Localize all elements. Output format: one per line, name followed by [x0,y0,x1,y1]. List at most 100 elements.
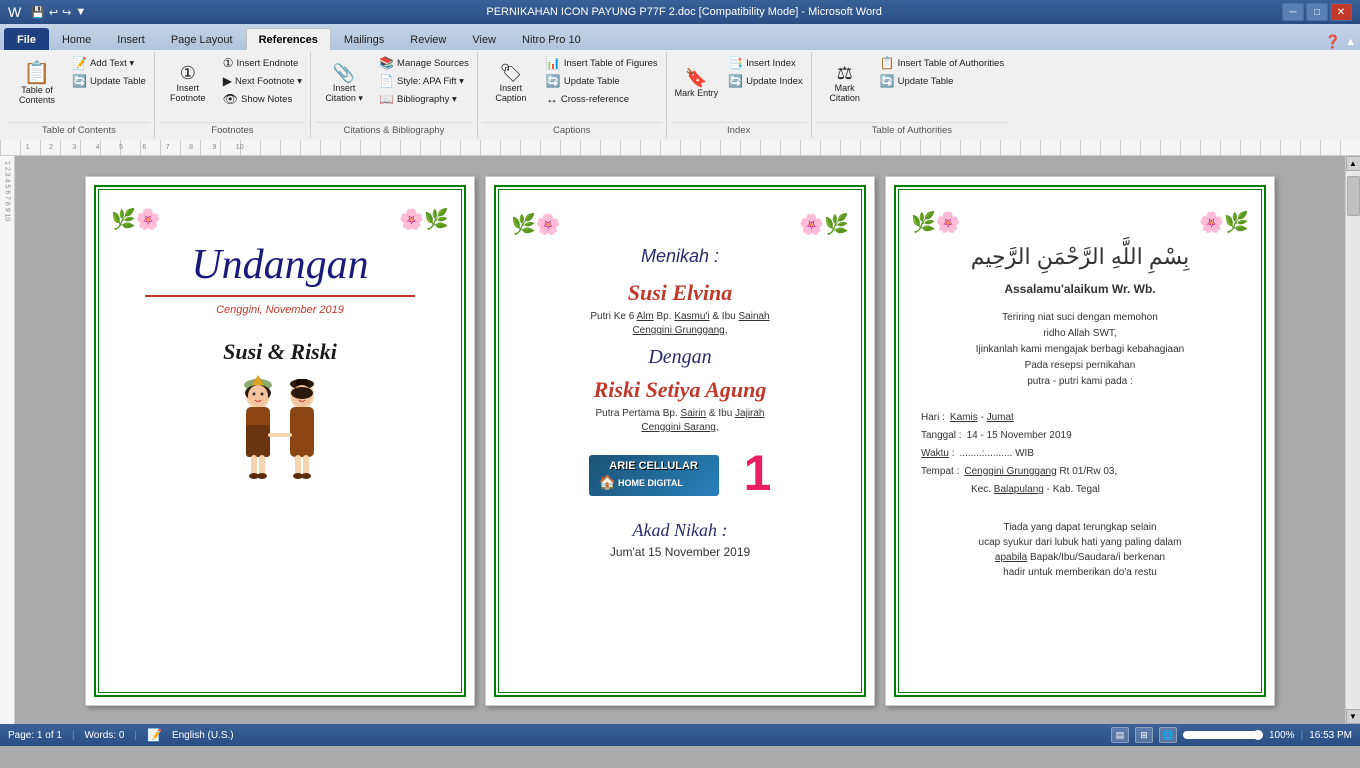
card3-body1: Teriring niat suci dengan memohon ridho … [971,310,1189,390]
bibliography-button[interactable]: 📖 Bibliography ▾ [375,90,473,108]
ribbon-help-icon[interactable]: ❓ [1325,34,1341,50]
captions-update-label: Update Table [564,76,620,87]
insert-caption-icon: 🏷 [499,64,522,82]
toc-update-button[interactable]: 🔄 Update Table [68,72,150,90]
toc-label: Table of Contents [12,86,62,106]
insert-index-button[interactable]: 📑 Insert Index [724,54,806,72]
group-toa-label: Table of Authorities [816,122,1008,136]
bride-desc-alm: Alm [637,311,654,322]
mark-entry-label: Mark Entry [675,89,719,99]
ribbon-minimize-icon[interactable]: ▲ [1345,36,1356,48]
tab-mailings[interactable]: Mailings [331,28,397,50]
mark-entry-button[interactable]: 🔖 Mark Entry [671,54,723,114]
maximize-button[interactable]: □ [1306,3,1328,21]
tab-nitro[interactable]: Nitro Pro 10 [509,28,594,50]
custom-quick-icon[interactable]: ▼ [75,6,86,18]
group-toc-label: Table of Contents [8,122,150,136]
couple-illustration [220,370,340,510]
tab-page-layout[interactable]: Page Layout [158,28,246,50]
word-logo-icon: W [8,4,21,20]
hari-row: Hari : Kamis - Jumat [921,409,1239,427]
quick-save-icon[interactable]: 💾 [31,6,45,19]
akad-title: Akad Nikah : [633,520,728,541]
toa-update-button[interactable]: 🔄 Update Table [876,72,1008,90]
insert-endnote-label: Insert Endnote [237,58,299,69]
document-area[interactable]: 🌿🌸 🌸🌿 Undangan Cenggini, November 2019 S… [15,156,1345,724]
tab-home[interactable]: Home [49,28,104,50]
insert-caption-button[interactable]: 🏷 Insert Caption [482,54,540,114]
view-full-button[interactable]: ⊞ [1135,727,1153,743]
cross-reference-button[interactable]: ↔ Cross-reference [542,90,662,108]
tab-file[interactable]: File [4,28,49,50]
zoom-fill [1183,731,1263,739]
waktu-row: Waktu : ........:.......... WIB [921,445,1239,463]
insert-caption-label: Insert Caption [486,84,536,104]
groom-desc-ibu: Jajirah [735,408,764,419]
tab-references[interactable]: References [246,28,331,50]
close-button[interactable]: ✕ [1330,3,1352,21]
window-controls: ─ □ ✕ [1282,3,1352,21]
captions-update-button[interactable]: 🔄 Update Table [542,72,662,90]
card3-closing: Tiada yang dapat terungkap selain ucap s… [974,520,1187,580]
insert-tof-button[interactable]: 📊 Insert Table of Figures [542,54,662,72]
status-sep3: | [1301,730,1304,741]
taskbar-time: 16:53 PM [1309,730,1352,741]
scroll-thumb[interactable] [1347,176,1360,216]
cross-reference-icon: ↔ [546,92,558,106]
view-web-button[interactable]: 🌐 [1159,727,1177,743]
add-text-button[interactable]: 📝 Add Text ▾ [68,54,150,72]
tab-view[interactable]: View [459,28,509,50]
vertical-scrollbar[interactable]: ▲ ▼ [1345,156,1360,724]
tab-insert[interactable]: Insert [104,28,158,50]
status-bar: Page: 1 of 1 | Words: 0 | 📝 English (U.S… [0,724,1360,746]
card2-flowers: 🌿🌸 🌸🌿 [511,212,849,237]
captions-stack: 📊 Insert Table of Figures 🔄 Update Table… [542,54,662,108]
insert-citation-button[interactable]: 📎 Insert Citation ▾ [315,54,373,114]
style-icon: 📄 [379,74,394,88]
card3-flowers: 🌿🌸 🌸🌿 [911,210,1249,235]
style-button[interactable]: 📄 Style: APA Fift ▾ [375,72,473,90]
insert-toa-button[interactable]: 📋 Insert Table of Authorities [876,54,1008,72]
bibliography-icon: 📖 [379,92,394,106]
insert-footnote-button[interactable]: ① Insert Footnote [159,54,217,114]
group-index: 🔖 Mark Entry 📑 Insert Index 🔄 Update Ind… [667,52,812,138]
manage-sources-button[interactable]: 📚 Manage Sources [375,54,473,72]
mark-citation-button[interactable]: ⚖ Mark Citation [816,54,874,114]
update-index-button[interactable]: 🔄 Update Index [724,72,806,90]
card3-content: 🌿🌸 🌸🌿 بِسْمِ اللَّهِ الرَّحْمَنِ الرَّحِ… [896,187,1264,590]
scroll-down-arrow[interactable]: ▼ [1346,709,1360,724]
scroll-up-arrow[interactable]: ▲ [1346,156,1360,171]
zoom-bar[interactable] [1183,731,1263,739]
add-text-icon: 📝 [72,56,87,70]
zoom-thumb[interactable] [1253,730,1263,740]
flower-right-icon: 🌸🌿 [399,207,449,232]
event-details: Hari : Kamis - Jumat Tanggal : 14 - 15 N… [911,409,1249,499]
index-stack: 📑 Insert Index 🔄 Update Index [724,54,806,90]
show-notes-button[interactable]: 👁 Show Notes [219,90,306,108]
insert-tof-label: Insert Table of Figures [564,58,658,69]
main-area: 1 2 3 4 5 6 7 8 9 10 🌿🌸 🌸🌿 Undangan Ceng… [0,156,1360,724]
card1-flowers: 🌿🌸 🌸🌿 [111,207,449,232]
sponsor-line2: HOME DIGITAL [618,478,683,488]
insert-endnote-button[interactable]: ① Insert Endnote [219,54,306,72]
undo-icon[interactable]: ↩ [49,6,58,19]
page-card-2: 🌿🌸 🌸🌿 Menikah : Susi Elvina Putri Ke 6 A… [485,176,875,706]
dengan-text: Dengan [648,346,711,369]
toc-stack: 📝 Add Text ▾ 🔄 Update Table [68,54,150,90]
minimize-button[interactable]: ─ [1282,3,1304,21]
bride-name: Susi Elvina [628,280,733,306]
card2-content: 🌿🌸 🌸🌿 Menikah : Susi Elvina Putri Ke 6 A… [496,187,864,569]
group-index-content: 🔖 Mark Entry 📑 Insert Index 🔄 Update Ind… [671,54,807,120]
tempat-label: Tempat : [921,463,959,481]
redo-icon[interactable]: ↪ [62,6,71,19]
waktu-label: Waktu : [921,445,955,463]
status-sep1: | [72,730,75,741]
bride-desc-bp: Kasmu'i [674,311,709,322]
view-print-button[interactable]: ▤ [1111,727,1129,743]
v-ruler-text: 1 2 3 4 5 6 7 8 9 10 [4,161,11,221]
next-footnote-button[interactable]: ▶ Next Footnote ▾ [219,72,306,90]
scroll-track[interactable] [1346,171,1360,709]
bride-desc-loc: Cenggini Grunggang [632,325,724,336]
toc-button[interactable]: 📋 Table of Contents [8,54,66,114]
tab-review[interactable]: Review [397,28,459,50]
